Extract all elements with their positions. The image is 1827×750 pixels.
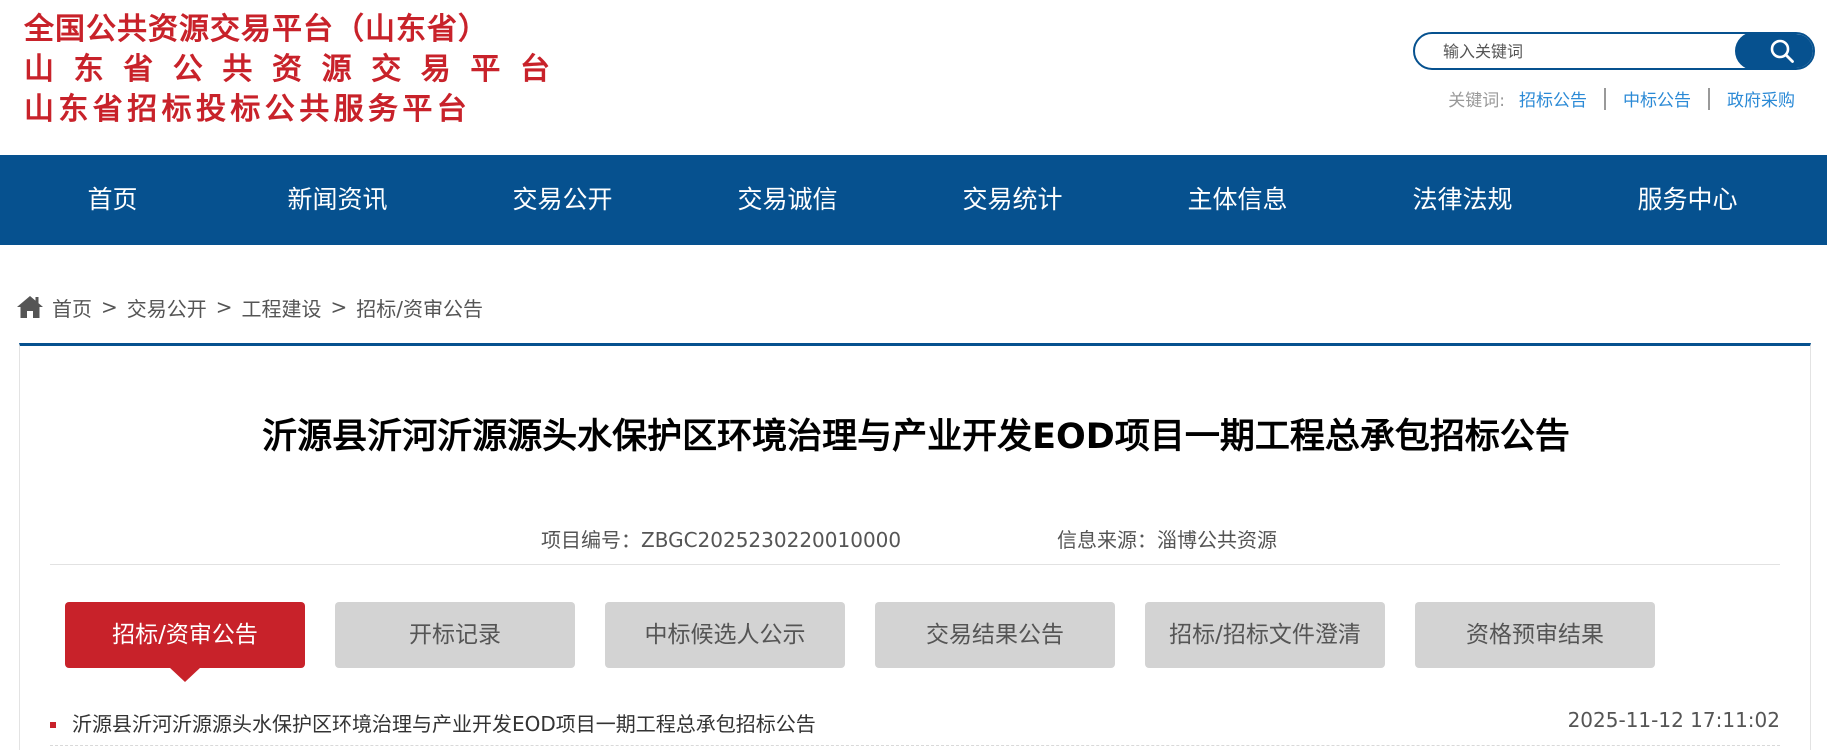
keyword-link-procurement[interactable]: 政府采购: [1727, 86, 1795, 111]
nav-item-laws[interactable]: 法律法规: [1350, 155, 1575, 245]
logo-line-1: 全国公共资源交易平台（山东省）: [24, 12, 489, 47]
tab-result-notice[interactable]: 交易结果公告: [875, 602, 1115, 668]
breadcrumb-separator: >: [215, 295, 233, 319]
nav-item-news[interactable]: 新闻资讯: [225, 155, 450, 245]
search-input[interactable]: [1415, 34, 1765, 68]
keyword-divider: [1708, 87, 1710, 110]
content-panel: 沂源县沂河沂源源头水保护区环境治理与产业开发EOD项目一期工程总承包招标公告 项…: [19, 343, 1811, 750]
nav-item-entity-info[interactable]: 主体信息: [1125, 155, 1350, 245]
breadcrumb-current[interactable]: 招标/资审公告: [356, 293, 483, 322]
tab-clarification[interactable]: 招标/招标文件澄清: [1145, 602, 1385, 668]
breadcrumb-separator: >: [330, 295, 348, 319]
nav-item-trade-disclosure[interactable]: 交易公开: [450, 155, 675, 245]
project-number-label: 项目编号：: [541, 528, 641, 552]
main-nav: 首页 新闻资讯 交易公开 交易诚信 交易统计 主体信息 法律法规 服务中心: [0, 155, 1827, 245]
logo-line-2: 山东省公共资源交易平台: [24, 52, 570, 87]
breadcrumb-separator: >: [101, 295, 118, 319]
info-source: 信息来源：淄博公共资源: [1057, 524, 1277, 553]
search-icon: [1770, 39, 1794, 63]
keyword-link-bidding[interactable]: 招标公告: [1519, 86, 1587, 111]
nav-item-trade-credit[interactable]: 交易诚信: [675, 155, 900, 245]
home-icon: [17, 296, 43, 318]
divider: [50, 564, 1780, 565]
breadcrumb: 首页 > 交易公开 > 工程建设 > 招标/资审公告: [16, 290, 483, 324]
search-box: [1413, 32, 1815, 70]
nav-item-home[interactable]: 首页: [0, 155, 225, 245]
keyword-divider: [1604, 87, 1606, 110]
tab-prequalification-result[interactable]: 资格预审结果: [1415, 602, 1655, 668]
stage-tabs: 招标/资审公告 开标记录 中标候选人公示 交易结果公告 招标/招标文件澄清 资格…: [65, 602, 1685, 682]
breadcrumb-home[interactable]: 首页: [52, 293, 92, 322]
keywords-label: 关键词:: [1448, 91, 1505, 111]
breadcrumb-trade-disclosure[interactable]: 交易公开: [127, 293, 207, 322]
breadcrumb-engineering[interactable]: 工程建设: [242, 293, 322, 322]
list-item-date: 2025-11-12 17:11:02: [1567, 708, 1780, 732]
list-item: 沂源县沂河沂源源头水保护区环境治理与产业开发EOD项目一期工程总承包招标公告 2…: [50, 702, 1780, 746]
bullet-icon: [50, 722, 56, 728]
tab-bidding-notice[interactable]: 招标/资审公告: [65, 602, 305, 682]
logo-line-3: 山东省招标投标公共服务平台: [24, 92, 472, 127]
keyword-link-award[interactable]: 中标公告: [1623, 86, 1691, 111]
site-header: 全国公共资源交易平台（山东省） 山东省公共资源交易平台 山东省招标投标公共服务平…: [0, 0, 1827, 155]
hot-keywords: 关键词: 招标公告 中标公告 政府采购: [1448, 86, 1795, 111]
info-source-value: 淄博公共资源: [1157, 528, 1277, 552]
search-button[interactable]: [1735, 34, 1813, 68]
nav-item-trade-statistics[interactable]: 交易统计: [900, 155, 1125, 245]
tab-bid-opening-record[interactable]: 开标记录: [335, 602, 575, 668]
nav-item-service-center[interactable]: 服务中心: [1575, 155, 1800, 245]
list-item-title[interactable]: 沂源县沂河沂源源头水保护区环境治理与产业开发EOD项目一期工程总承包招标公告: [72, 708, 816, 737]
project-number: 项目编号：ZBGC2025230220010000: [541, 524, 901, 553]
project-number-value: ZBGC2025230220010000: [641, 528, 902, 552]
info-source-label: 信息来源：: [1057, 528, 1157, 552]
tab-candidate-publicity[interactable]: 中标候选人公示: [605, 602, 845, 668]
article-title: 沂源县沂河沂源源头水保护区环境治理与产业开发EOD项目一期工程总承包招标公告: [262, 417, 1570, 457]
site-logo[interactable]: 全国公共资源交易平台（山东省） 山东省公共资源交易平台 山东省招标投标公共服务平…: [24, 10, 570, 130]
